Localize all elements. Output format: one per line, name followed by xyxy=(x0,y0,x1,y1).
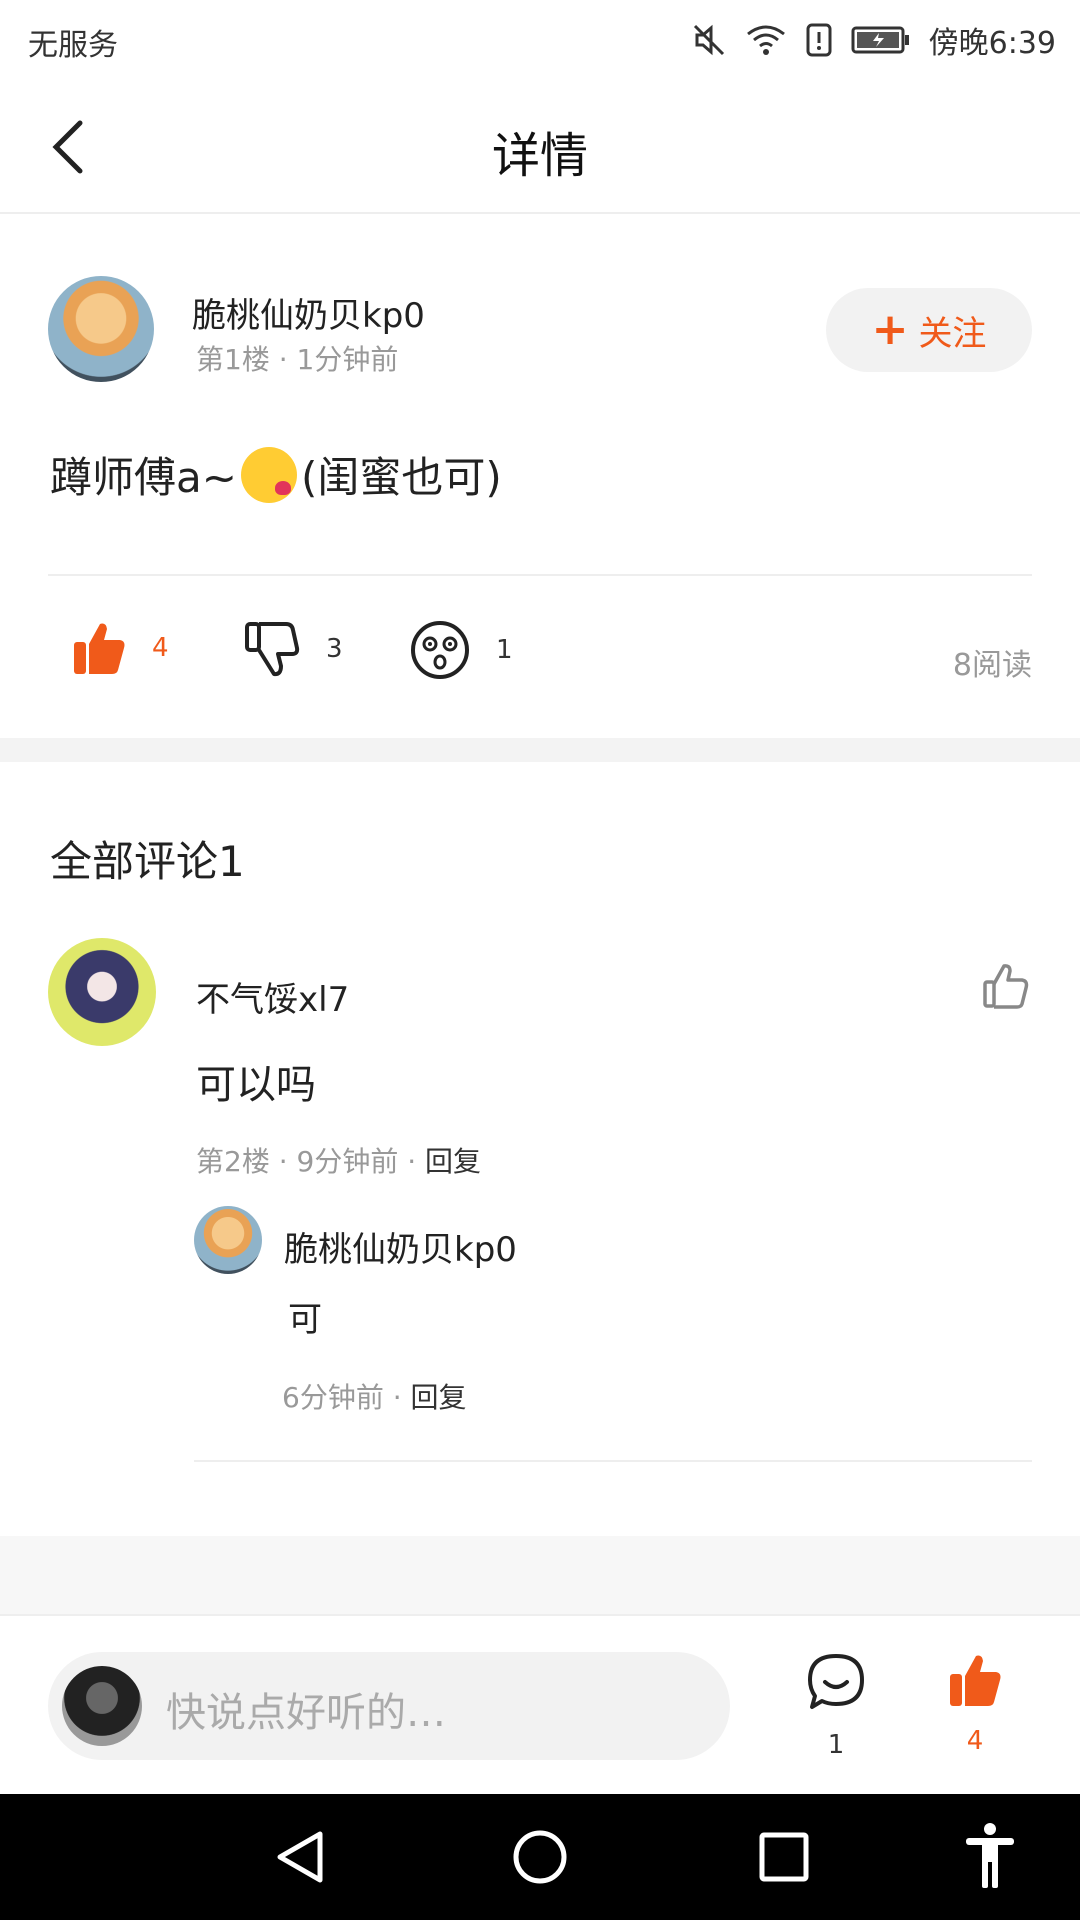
read-count: 8阅读 xyxy=(952,648,1032,683)
post-content-text-1: 蹲师傅a~ xyxy=(50,453,237,502)
reply-meta: 6分钟前 · 回复 xyxy=(282,1376,467,1416)
comments-count: 1 xyxy=(827,1730,845,1760)
post-content-text-2: (闺蜜也可) xyxy=(300,453,502,502)
triangle-back-icon xyxy=(277,1831,323,1883)
status-bar: 无服务 傍晚6:39 xyxy=(0,0,1080,80)
comment-reply-link[interactable]: 回复 xyxy=(425,1145,481,1178)
comment-author-avatar[interactable] xyxy=(48,938,156,1046)
likes-count: 4 xyxy=(966,1726,984,1756)
footer-spacer xyxy=(0,1536,1080,1614)
post-meta: 第1楼 · 1分钟前 xyxy=(196,343,399,376)
nav-recents-button[interactable] xyxy=(756,1828,812,1890)
comment-meta: 第2楼 · 9分钟前 · 回复 xyxy=(196,1140,481,1180)
like-reaction[interactable]: 4 xyxy=(72,620,169,676)
mute-icon xyxy=(693,24,724,56)
thumbs-up-outline-icon xyxy=(983,964,1029,1009)
comment-input-bar: 快说点好听的… 1 4 xyxy=(0,1614,1080,1794)
nav-accessibility-button[interactable] xyxy=(962,1822,1018,1894)
divider xyxy=(194,1460,1032,1462)
like-count: 4 xyxy=(152,633,169,663)
dislike-reaction[interactable]: 3 xyxy=(244,620,343,678)
plus-icon: + xyxy=(871,304,909,355)
section-separator xyxy=(0,738,1080,762)
dizzy-face-icon xyxy=(411,621,469,679)
reply-reply-link[interactable]: 回复 xyxy=(411,1381,467,1414)
comment-like-button[interactable] xyxy=(982,962,1030,1014)
reaction-bar: 4 3 1 8阅读 xyxy=(0,620,1080,700)
comment-meta-text: 第2楼 · 9分钟前 · xyxy=(196,1145,426,1178)
nav-back-button[interactable] xyxy=(272,1828,328,1890)
carrier-label: 无服务 xyxy=(28,28,118,63)
post-author-name[interactable]: 脆桃仙奶贝kp0 xyxy=(192,288,425,337)
clock: 傍晚6:39 xyxy=(928,26,1056,61)
dizzy-count: 1 xyxy=(496,635,513,665)
reply-meta-text: 6分钟前 · xyxy=(282,1381,411,1414)
thumbs-up-icon xyxy=(74,623,125,674)
kiss-emoji-icon xyxy=(240,446,297,503)
like-button[interactable]: 4 xyxy=(948,1652,1002,1756)
comment-author-name[interactable]: 不气馁xl7 xyxy=(196,972,349,1021)
reply-author-avatar[interactable] xyxy=(194,1206,262,1274)
divider xyxy=(48,574,1032,576)
comment-input-placeholder: 快说点好听的… xyxy=(166,1690,446,1736)
reply-author-name[interactable]: 脆桃仙奶贝kp0 xyxy=(284,1222,517,1271)
square-recents-icon xyxy=(759,1832,809,1882)
thumbs-down-icon xyxy=(245,622,300,677)
follow-label: 关注 xyxy=(918,313,987,354)
reply-text: 可 xyxy=(288,1300,322,1340)
wifi-icon xyxy=(746,25,785,55)
page-header: 详情 xyxy=(0,80,1080,214)
system-nav-bar xyxy=(0,1794,1080,1920)
post-author-avatar[interactable] xyxy=(48,276,154,382)
alert-sim-icon xyxy=(806,23,832,57)
status-icons: 傍晚6:39 xyxy=(691,18,1056,62)
comment-text: 可以吗 xyxy=(196,1062,316,1108)
thumbs-up-icon xyxy=(950,1655,1001,1706)
dislike-count: 3 xyxy=(326,634,343,664)
accessibility-icon xyxy=(966,1823,1014,1888)
circle-home-icon xyxy=(513,1830,567,1884)
comment-input[interactable]: 快说点好听的… xyxy=(48,1652,730,1760)
speech-bubble-icon xyxy=(808,1654,864,1709)
comments-title: 全部评论1 xyxy=(50,837,245,886)
page-title: 详情 xyxy=(491,128,588,184)
follow-button[interactable]: + 关注 xyxy=(826,288,1032,372)
nav-home-button[interactable] xyxy=(512,1828,568,1890)
dizzy-reaction[interactable]: 1 xyxy=(410,620,513,680)
comments-button[interactable]: 1 xyxy=(806,1652,866,1760)
battery-charging-icon xyxy=(851,26,909,54)
post-content: 蹲师傅a~ (闺蜜也可) xyxy=(50,444,502,505)
my-avatar xyxy=(62,1666,142,1746)
